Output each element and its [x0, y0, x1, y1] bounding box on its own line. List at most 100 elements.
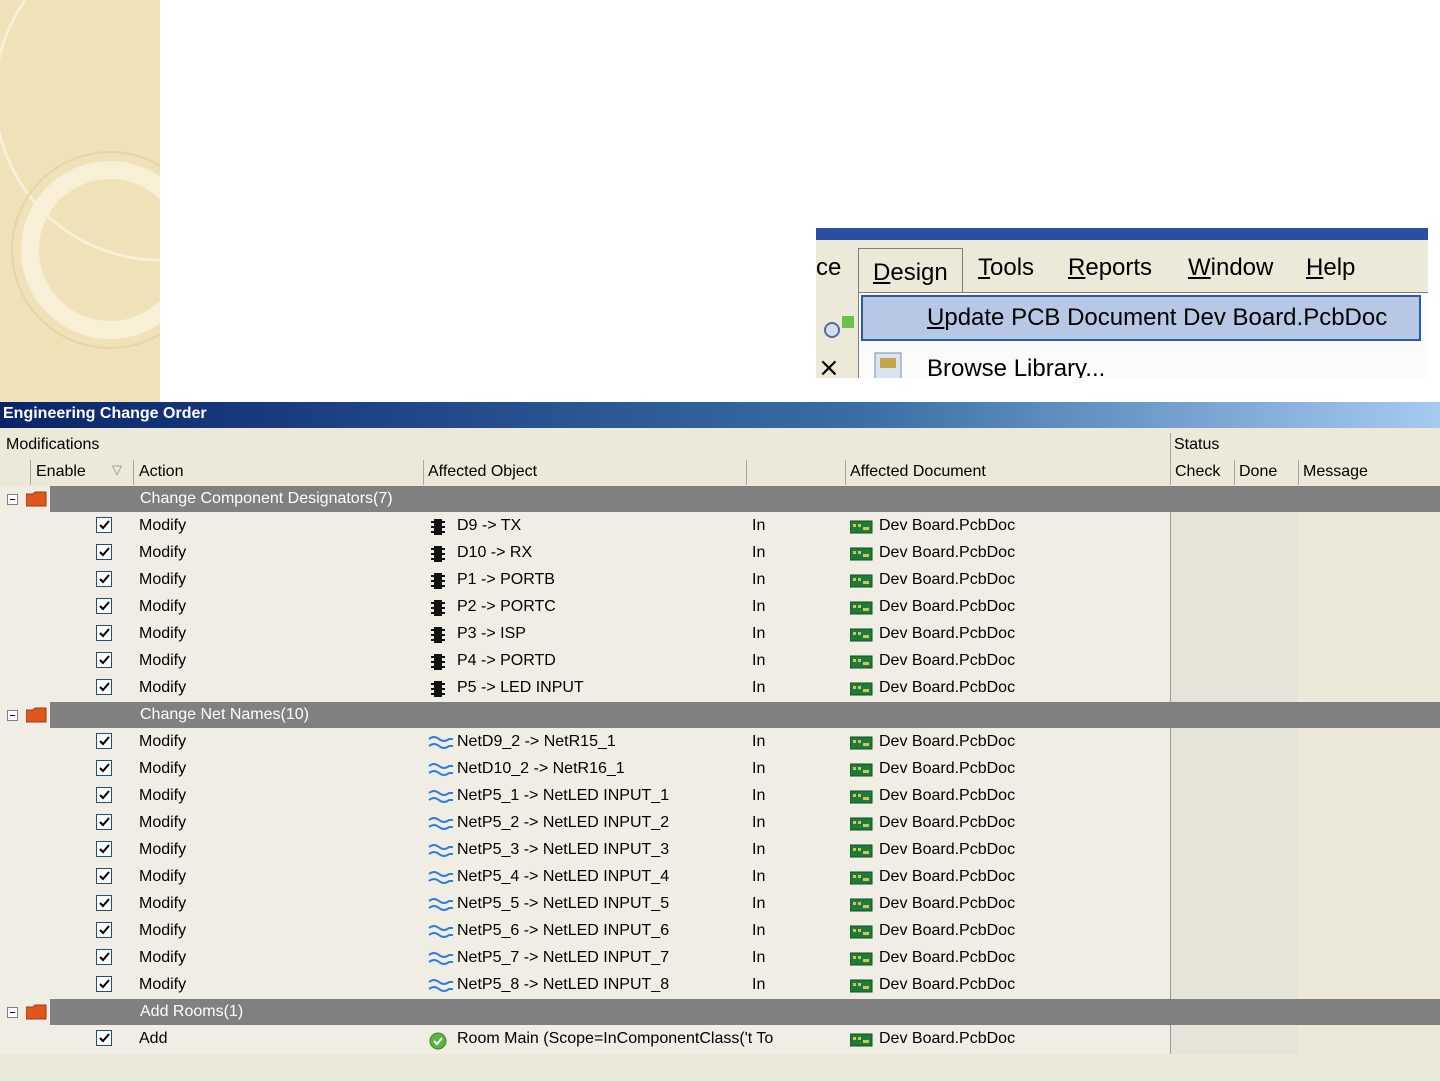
affected-object-cell: P2 -> PORTC: [457, 598, 556, 615]
group-row[interactable]: [50, 999, 1440, 1025]
action-cell: Modify: [139, 679, 187, 696]
enable-checkbox[interactable]: [96, 814, 112, 830]
pcb-document-icon: [849, 762, 874, 778]
menu-item-partial[interactable]: ce: [816, 254, 841, 282]
affected-document-cell: Dev Board.PcbDoc: [879, 544, 1016, 561]
column-header-affected-document[interactable]: Affected Document: [850, 463, 986, 481]
pcb-document-icon: [849, 600, 874, 616]
affected-document-cell: Dev Board.PcbDoc: [879, 733, 1016, 750]
component-icon: [428, 545, 450, 563]
net-icon: [428, 788, 453, 806]
relation-cell: In: [752, 922, 766, 939]
collapse-icon[interactable]: [7, 1007, 18, 1018]
affected-document-cell: Dev Board.PcbDoc: [879, 625, 1016, 642]
window-title-strip: [816, 228, 1428, 240]
pcb-document-icon: [849, 735, 874, 751]
pcb-document-icon: [849, 627, 874, 643]
component-icon: [428, 680, 450, 698]
affected-object-cell: D9 -> TX: [457, 517, 522, 534]
column-separator[interactable]: [1234, 460, 1235, 485]
action-cell: Modify: [139, 868, 187, 885]
relation-cell: In: [752, 949, 766, 966]
column-header-action[interactable]: Action: [139, 463, 183, 481]
group-label: Change Component Designators(7): [140, 490, 393, 507]
column-separator[interactable]: [845, 460, 846, 485]
affected-document-cell: Dev Board.PcbDoc: [879, 949, 1016, 966]
net-icon: [428, 923, 453, 941]
enable-checkbox[interactable]: [96, 544, 112, 560]
column-header-enable[interactable]: Enable: [36, 463, 86, 481]
enable-checkbox[interactable]: [96, 760, 112, 776]
net-icon: [428, 869, 453, 887]
column-header-affected-object[interactable]: Affected Object: [428, 463, 537, 481]
relation-cell: In: [752, 787, 766, 804]
folder-icon: [25, 1004, 48, 1020]
enable-checkbox[interactable]: [96, 841, 112, 857]
affected-object-cell: NetP5_5 -> NetLED INPUT_5: [457, 895, 670, 912]
net-icon: [428, 950, 453, 968]
enable-checkbox[interactable]: [96, 976, 112, 992]
sort-arrow-icon[interactable]: ▽: [112, 462, 122, 478]
column-header-message[interactable]: Message: [1303, 463, 1368, 481]
action-cell: Modify: [139, 652, 187, 669]
menu-item-reports[interactable]: Reports: [1068, 254, 1152, 282]
net-icon: [428, 734, 453, 752]
affected-document-cell: Dev Board.PcbDoc: [879, 1030, 1016, 1047]
net-icon: [428, 842, 453, 860]
action-cell: Modify: [139, 598, 187, 615]
menu-icon-column: ×: [816, 312, 858, 378]
column-header-done[interactable]: Done: [1239, 463, 1277, 481]
menu-item-window[interactable]: Window: [1188, 254, 1273, 282]
pcb-document-icon: [849, 978, 874, 994]
column-separator[interactable]: [423, 460, 424, 485]
collapse-icon[interactable]: [7, 710, 18, 721]
affected-object-cell: P3 -> ISP: [457, 625, 526, 642]
enable-checkbox[interactable]: [96, 1030, 112, 1046]
enable-checkbox[interactable]: [96, 922, 112, 938]
affected-document-cell: Dev Board.PcbDoc: [879, 787, 1016, 804]
menu-bar: ce Design Tools Reports Window Help: [816, 240, 1428, 296]
enable-checkbox[interactable]: [96, 787, 112, 803]
action-cell: Modify: [139, 976, 187, 993]
enable-checkbox[interactable]: [96, 571, 112, 587]
affected-object-cell: NetP5_4 -> NetLED INPUT_4: [457, 868, 670, 885]
enable-checkbox[interactable]: [96, 733, 112, 749]
library-icon: [874, 352, 902, 378]
browse-library-menu-item[interactable]: Browse Library...: [927, 355, 1105, 378]
relation-cell: In: [752, 625, 766, 642]
affected-document-cell: Dev Board.PcbDoc: [879, 922, 1016, 939]
column-header-check[interactable]: Check: [1175, 463, 1220, 481]
menu-item-tools[interactable]: Tools: [978, 254, 1034, 282]
affected-document-cell: Dev Board.PcbDoc: [879, 976, 1016, 993]
pcb-document-icon: [849, 951, 874, 967]
eco-title-bar: Engineering Change Order: [0, 402, 1440, 428]
enable-checkbox[interactable]: [96, 868, 112, 884]
column-separator[interactable]: [30, 460, 31, 485]
enable-checkbox[interactable]: [96, 598, 112, 614]
decorative-background: [0, 0, 160, 403]
enable-checkbox[interactable]: [96, 949, 112, 965]
enable-checkbox[interactable]: [96, 625, 112, 641]
column-separator[interactable]: [1170, 433, 1171, 485]
column-separator[interactable]: [746, 460, 747, 485]
affected-document-cell: Dev Board.PcbDoc: [879, 679, 1016, 696]
net-icon: [428, 815, 453, 833]
action-cell: Modify: [139, 544, 187, 561]
enable-checkbox[interactable]: [96, 517, 112, 533]
update-pcb-document-menu-item[interactable]: Update PCB Document Dev Board.PcbDoc: [861, 295, 1421, 341]
enable-checkbox[interactable]: [96, 895, 112, 911]
menu-item-help[interactable]: Help: [1306, 254, 1355, 282]
collapse-icon[interactable]: [7, 494, 18, 505]
column-separator[interactable]: [1298, 460, 1299, 485]
enable-checkbox[interactable]: [96, 652, 112, 668]
pcb-document-icon: [849, 816, 874, 832]
design-dropdown-menu: Update PCB Document Dev Board.PcbDoc Bro…: [858, 292, 1428, 378]
enable-checkbox[interactable]: [96, 679, 112, 695]
column-separator[interactable]: [133, 460, 134, 485]
menu-item-design[interactable]: Design: [858, 248, 963, 296]
relation-cell: In: [752, 517, 766, 534]
relation-cell: In: [752, 652, 766, 669]
relation-cell: In: [752, 868, 766, 885]
relation-cell: In: [752, 598, 766, 615]
affected-document-cell: Dev Board.PcbDoc: [879, 598, 1016, 615]
